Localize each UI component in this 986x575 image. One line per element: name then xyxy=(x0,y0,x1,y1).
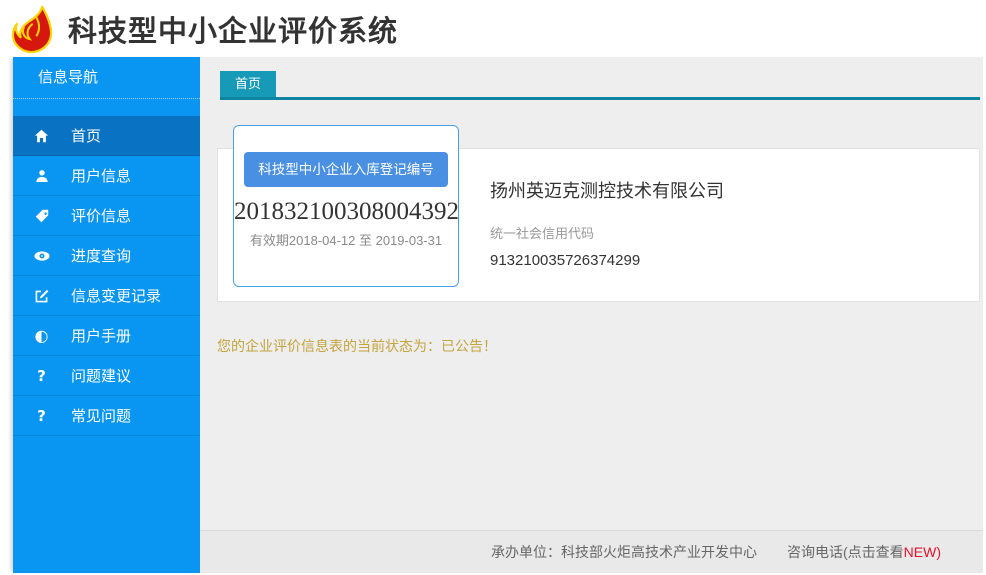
sidebar-title: 信息导航 xyxy=(13,57,200,99)
sidebar-item-suggestions[interactable]: ? 问题建议 xyxy=(13,356,200,396)
footer-consult-close: ) xyxy=(936,544,941,560)
sidebar-item-label: 信息变更记录 xyxy=(71,285,161,306)
registration-number-button[interactable]: 科技型中小企业入库登记编号 xyxy=(244,152,448,187)
registration-number: 201832100308004392 xyxy=(234,198,458,226)
footer-new-badge: NEW xyxy=(904,544,937,560)
manual-icon: ◐ xyxy=(33,326,50,345)
sidebar-item-label: 用户信息 xyxy=(71,165,131,186)
sidebar: 信息导航 首页 用户信息 xyxy=(13,57,200,573)
body-row: 信息导航 首页 用户信息 xyxy=(0,57,986,573)
question-icon: ? xyxy=(33,407,50,425)
footer: 承办单位：科技部火炬高技术产业开发中心 咨询电话(点击查看NEW) xyxy=(200,530,983,573)
edit-icon xyxy=(33,289,50,303)
tab-home[interactable]: 首页 xyxy=(220,71,276,97)
tag-icon xyxy=(33,209,50,223)
credit-code-value: 913210035726374299 xyxy=(490,252,979,269)
sidebar-menu: 首页 用户信息 评价信息 xyxy=(13,116,200,436)
app-header: 科技型中小企业评价系统 xyxy=(0,0,986,57)
sidebar-item-user-manual[interactable]: ◐ 用户手册 xyxy=(13,316,200,356)
eye-icon xyxy=(33,250,50,262)
registration-validity: 有效期2018-04-12 至 2019-03-31 xyxy=(234,230,458,249)
sidebar-item-home[interactable]: 首页 xyxy=(13,116,200,156)
app-title: 科技型中小企业评价系统 xyxy=(68,8,398,50)
main-content: 首页 扬州英迈克测控技术有限公司 统一社会信用代码 91321003572637… xyxy=(200,57,983,573)
sidebar-item-label: 问题建议 xyxy=(71,365,131,386)
sidebar-item-label: 用户手册 xyxy=(71,325,131,346)
sidebar-item-label: 进度查询 xyxy=(71,245,131,266)
user-icon xyxy=(33,169,50,183)
sidebar-item-evaluation-info[interactable]: 评价信息 xyxy=(13,196,200,236)
credit-code-label: 统一社会信用代码 xyxy=(490,223,979,242)
status-message: 您的企业评价信息表的当前状态为：已公告！ xyxy=(217,336,980,356)
tab-bar: 首页 xyxy=(220,71,980,100)
sidebar-item-user-info[interactable]: 用户信息 xyxy=(13,156,200,196)
company-name: 扬州英迈克测控技术有限公司 xyxy=(490,177,979,203)
home-icon xyxy=(33,129,50,143)
sidebar-item-label: 常见问题 xyxy=(71,405,131,426)
sidebar-item-label: 评价信息 xyxy=(71,205,131,226)
footer-consult-link[interactable]: 咨询电话(点击查看NEW) xyxy=(787,542,941,562)
sidebar-item-faq[interactable]: ? 常见问题 xyxy=(13,396,200,436)
content-inner: 首页 扬州英迈克测控技术有限公司 统一社会信用代码 91321003572637… xyxy=(200,57,983,530)
sidebar-item-label: 首页 xyxy=(71,125,101,146)
sidebar-item-progress-query[interactable]: 进度查询 xyxy=(13,236,200,276)
page: 科技型中小企业评价系统 信息导航 首页 用户信息 xyxy=(0,0,986,575)
question-icon: ? xyxy=(33,367,50,385)
registration-card: 科技型中小企业入库登记编号 201832100308004392 有效期2018… xyxy=(233,125,459,287)
footer-organizer: 承办单位：科技部火炬高技术产业开发中心 xyxy=(491,542,757,562)
footer-consult-text: 咨询电话(点击查看 xyxy=(787,544,904,560)
torch-flame-logo-icon xyxy=(10,5,56,53)
sidebar-item-change-record[interactable]: 信息变更记录 xyxy=(13,276,200,316)
